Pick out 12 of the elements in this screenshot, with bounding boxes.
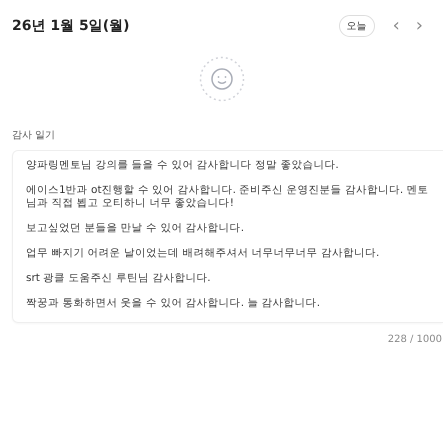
previous-button[interactable]: ‹ xyxy=(384,17,408,35)
diary-paragraph: 보고싶었던 분들을 만날 수 있어 감사합니다. xyxy=(26,222,246,235)
diary-paragraph: 짝꿍과 통화하면서 웃을 수 있어 감사합니다. 늘 감사합니다. xyxy=(26,297,322,310)
diary-paragraph: 업무 빠지기 어려운 날이었는데 배려해주셔서 너무너무너무 감사합니다. xyxy=(26,247,380,260)
character-counter: 228 / 1000 xyxy=(386,333,443,345)
diary-paragraph: 에이스1반과 ot진행할 수 있어 감사합니다. 준비주신 운영진분들 감사합니다. 멘토님과 직접 뵙고 오티하니 너무 좋았습니다! xyxy=(26,184,429,210)
next-button[interactable]: › xyxy=(408,17,431,35)
diary-paragraph: 양파링멘토님 강의를 들을 수 있어 감사합니다 정말 좋았습니다. xyxy=(26,159,340,172)
diary-paragraph: srt 광클 도움주신 루틴님 감사합니다. xyxy=(26,272,212,285)
today-button[interactable]: 오늘 xyxy=(338,15,375,37)
diary-label: 감사 일기 xyxy=(12,129,56,142)
date-title: 26년 1월 5일(월) xyxy=(12,17,131,35)
